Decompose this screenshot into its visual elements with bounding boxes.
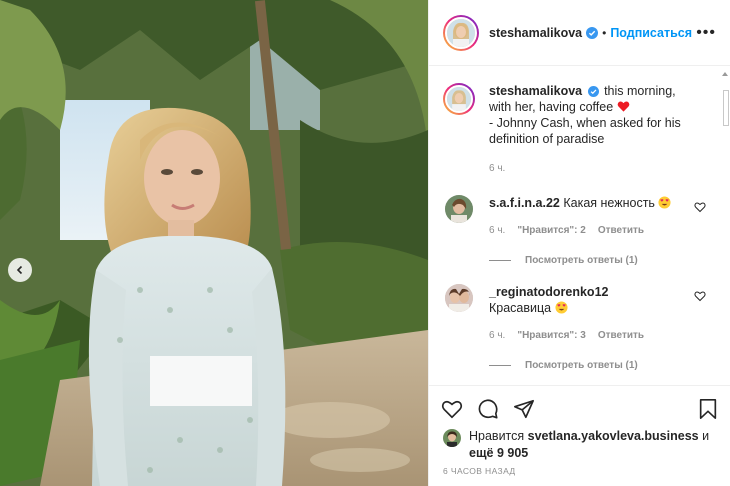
comment-time: 6 ч.: [489, 225, 506, 236]
likes-summary: Нравится svetlana.yakovleva.business и е…: [443, 428, 716, 462]
caption: steshamalikova this morning, with her, h…: [443, 83, 716, 177]
previous-photo-button[interactable]: [8, 258, 32, 282]
verified-badge-icon: [586, 26, 599, 39]
comment-icon: [478, 398, 498, 419]
post-header: steshamalikova • Подписаться •••: [429, 0, 730, 66]
view-replies-label: Посмотреть ответы (1): [525, 360, 638, 371]
comment-body: s.a.f.i.n.a.22 Какая нежность 6 ч. "Нрав…: [489, 195, 699, 239]
caption-quote: - Johnny Cash, when asked for his defini…: [489, 116, 681, 146]
comment-body: _reginatodorenko12 Красавица 6 ч. "Нрави…: [489, 284, 699, 344]
separator-dot: •: [602, 25, 607, 40]
comment-likes-count[interactable]: "Нравится": 3: [517, 328, 586, 344]
heart-icon: [441, 400, 463, 418]
liker-username[interactable]: svetlana.yakovleva.business: [528, 429, 699, 443]
replies-divider: [489, 260, 511, 261]
avatar-image: [443, 429, 461, 447]
share-button[interactable]: [513, 398, 535, 420]
view-replies-button[interactable]: Посмотреть ответы (1): [489, 255, 716, 266]
avatar[interactable]: [443, 14, 479, 51]
bookmark-icon: [699, 398, 717, 419]
likes-others-prefix: ещё: [469, 446, 494, 460]
view-replies-button[interactable]: Посмотреть ответы (1): [489, 360, 716, 371]
reply-button[interactable]: Ответить: [598, 328, 644, 344]
view-replies-label: Посмотреть ответы (1): [525, 255, 638, 266]
username-link[interactable]: steshamalikova: [489, 26, 582, 40]
heart-icon[interactable]: [694, 290, 706, 302]
save-button[interactable]: [698, 398, 718, 420]
comment-item: _reginatodorenko12 Красавица 6 ч. "Нрави…: [443, 284, 716, 344]
likes-others-link[interactable]: ещё 9 905: [469, 446, 528, 460]
verified-badge-icon: [587, 86, 599, 97]
likes-prefix: Нравится: [469, 429, 525, 443]
comment-time: 6 ч.: [489, 330, 506, 341]
comment-likes-count[interactable]: "Нравится": 2: [517, 223, 586, 239]
comment-text: Красавица: [489, 301, 552, 315]
avatar-image: [445, 195, 473, 223]
comments-list: steshamalikova this morning, with her, h…: [429, 67, 730, 385]
avatar-image: [447, 18, 475, 47]
photo-scene: [0, 0, 428, 486]
action-bar: [429, 385, 730, 431]
post-timestamp[interactable]: 6 ЧАСОВ НАЗАД: [443, 466, 516, 476]
replies-divider: [489, 365, 511, 366]
comment-username[interactable]: _reginatodorenko12: [489, 285, 608, 299]
caption-avatar[interactable]: [443, 83, 475, 115]
post-sidebar: steshamalikova • Подписаться ••• stesham…: [428, 0, 730, 486]
heart-eyes-emoji-icon: [555, 301, 568, 314]
like-button[interactable]: [441, 398, 463, 420]
caption-username[interactable]: steshamalikova: [489, 84, 582, 98]
follow-button[interactable]: Подписаться: [610, 26, 692, 40]
likes-count: 9 905: [496, 446, 529, 460]
avatar-image: [447, 87, 471, 111]
liker-avatar[interactable]: [443, 429, 461, 447]
caption-body: steshamalikova this morning, with her, h…: [489, 83, 699, 177]
reply-button[interactable]: Ответить: [598, 223, 644, 239]
heart-icon[interactable]: [694, 201, 706, 213]
avatar[interactable]: [445, 284, 473, 312]
comment-username[interactable]: s.a.f.i.n.a.22: [489, 196, 560, 210]
avatar[interactable]: [445, 195, 473, 223]
post-photo[interactable]: [0, 0, 428, 486]
comment-item: s.a.f.i.n.a.22 Какая нежность 6 ч. "Нрав…: [443, 195, 716, 239]
caption-time: 6 ч.: [489, 163, 506, 174]
chevron-left-icon: [16, 265, 23, 275]
comment-text: Какая нежность: [563, 196, 655, 210]
likes-and: и: [702, 429, 710, 443]
comment-button[interactable]: [477, 398, 499, 420]
heart-eyes-emoji-icon: [658, 196, 671, 209]
instagram-post: steshamalikova • Подписаться ••• stesham…: [0, 0, 730, 486]
share-icon: [514, 399, 534, 418]
avatar-image: [445, 284, 473, 312]
red-heart-emoji-icon: [617, 101, 629, 112]
more-options-button[interactable]: •••: [696, 24, 716, 42]
